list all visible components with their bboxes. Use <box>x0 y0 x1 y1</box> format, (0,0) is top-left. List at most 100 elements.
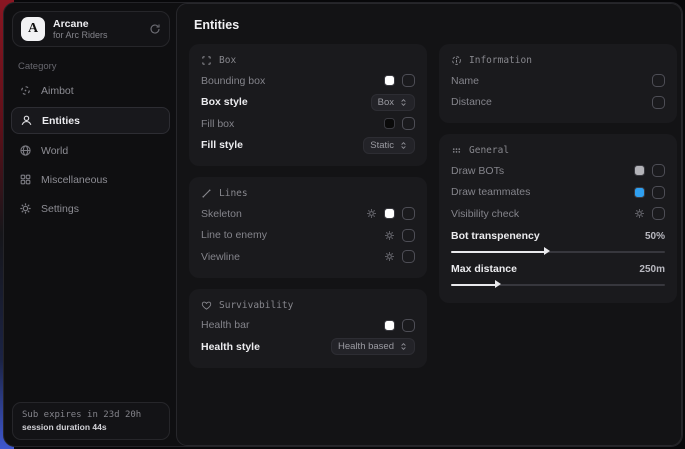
line-to-enemy-settings-gear-icon[interactable] <box>384 230 395 241</box>
row-max-distance: Max distance 250m <box>451 260 665 279</box>
dropdown-value: Box <box>378 97 394 108</box>
sidebar-nav: Aimbot Entities World Miscellaneous Sett… <box>4 76 176 223</box>
bounding-box-color-swatch[interactable] <box>384 75 395 86</box>
session-duration: session duration 44s <box>22 422 160 432</box>
category-label: Category <box>18 61 176 72</box>
fill-box-color-swatch[interactable] <box>384 118 395 129</box>
row-draw-teammates: Draw teammates <box>451 182 665 204</box>
health-style-dropdown[interactable]: Health based <box>331 338 415 355</box>
setting-label: Draw BOTs <box>451 165 504 177</box>
box-style-dropdown[interactable]: Box <box>371 94 415 111</box>
max-distance-slider[interactable] <box>451 284 665 286</box>
slider-value: 50% <box>645 231 665 242</box>
row-visibility-check: Visibility check <box>451 203 665 225</box>
distance-checkbox[interactable] <box>652 96 665 109</box>
setting-label: Box style <box>201 96 248 108</box>
right-column: Information Name Distance General <box>439 44 677 303</box>
subscription-expiry: Sub expires in 23d 20h <box>22 410 160 420</box>
sidebar-item-label: Miscellaneous <box>41 174 108 186</box>
sidebar-item-settings[interactable]: Settings <box>4 195 176 222</box>
row-health-bar: Health bar <box>201 315 415 337</box>
setting-label: Fill box <box>201 118 234 130</box>
panel-lines: Lines Skeleton Line to enemy <box>189 177 427 278</box>
setting-label: Bounding box <box>201 75 265 87</box>
sidebar-item-world[interactable]: World <box>4 137 176 164</box>
sidebar-item-label: World <box>41 145 68 157</box>
draw-bots-color-swatch[interactable] <box>634 165 645 176</box>
row-distance: Distance <box>451 92 665 114</box>
slider-handle[interactable] <box>544 247 550 255</box>
chevron-up-down-icon <box>399 98 408 107</box>
fill-box-checkbox[interactable] <box>402 117 415 130</box>
skeleton-checkbox[interactable] <box>402 207 415 220</box>
setting-label: Distance <box>451 96 492 108</box>
row-box-style: Box style Box <box>201 92 415 114</box>
page-title: Entities <box>194 18 239 32</box>
app-logo: A <box>21 17 45 41</box>
setting-label: Viewline <box>201 251 240 263</box>
line-to-enemy-checkbox[interactable] <box>402 229 415 242</box>
brand-card: A Arcane for Arc Riders <box>12 11 170 47</box>
dropdown-value: Health based <box>338 341 394 352</box>
sidebar-item-label: Settings <box>41 203 79 215</box>
draw-teammates-checkbox[interactable] <box>652 186 665 199</box>
left-column: Box Bounding box Box style Box <box>189 44 427 368</box>
setting-label: Health bar <box>201 319 249 331</box>
draw-teammates-color-swatch[interactable] <box>634 187 645 198</box>
skeleton-color-swatch[interactable] <box>384 208 395 219</box>
row-line-to-enemy: Line to enemy <box>201 225 415 247</box>
box-icon <box>201 55 212 66</box>
panel-survivability: Survivability Health bar Health style He… <box>189 289 427 368</box>
viewline-settings-gear-icon[interactable] <box>384 251 395 262</box>
panel-survivability-title: Survivability <box>201 298 415 315</box>
sidebar-item-label: Entities <box>42 115 80 127</box>
setting-label: Health style <box>201 341 260 353</box>
panel-information-title: Information <box>451 53 665 70</box>
refresh-icon[interactable] <box>149 23 161 35</box>
globe-icon <box>19 144 32 157</box>
name-checkbox[interactable] <box>652 74 665 87</box>
panel-box-title: Box <box>201 53 415 70</box>
sidebar-item-entities[interactable]: Entities <box>11 107 170 134</box>
panel-lines-title: Lines <box>201 186 415 203</box>
slider-handle[interactable] <box>495 280 501 288</box>
row-health-style: Health style Health based <box>201 336 415 358</box>
app-subtitle: for Arc Riders <box>53 30 141 40</box>
sidebar-item-miscellaneous[interactable]: Miscellaneous <box>4 166 176 193</box>
chevron-up-down-icon <box>399 342 408 351</box>
setting-label: Line to enemy <box>201 229 267 241</box>
crosshair-icon <box>19 84 32 97</box>
row-fill-box: Fill box <box>201 113 415 135</box>
row-draw-bots: Draw BOTs <box>451 160 665 182</box>
setting-label: Fill style <box>201 139 243 151</box>
slider-label: Max distance <box>451 263 517 275</box>
setting-label: Skeleton <box>201 208 242 220</box>
skeleton-settings-gear-icon[interactable] <box>366 208 377 219</box>
app-name: Arcane <box>53 18 141 30</box>
panel-general: General Draw BOTs Draw teammates <box>439 134 677 303</box>
panel-box: Box Bounding box Box style Box <box>189 44 427 166</box>
draw-bots-checkbox[interactable] <box>652 164 665 177</box>
row-bot-transparency: Bot transpenency 50% <box>451 227 665 246</box>
visibility-check-settings-gear-icon[interactable] <box>634 208 645 219</box>
fill-style-dropdown[interactable]: Static <box>363 137 415 154</box>
health-bar-color-swatch[interactable] <box>384 320 395 331</box>
grid-icon <box>19 173 32 186</box>
heart-icon <box>201 300 212 311</box>
setting-label: Visibility check <box>451 208 519 220</box>
sidebar: A Arcane for Arc Riders Category Aimbot … <box>4 3 176 446</box>
main-content: Entities Box Bounding box Box style <box>176 3 682 446</box>
health-bar-checkbox[interactable] <box>402 319 415 332</box>
dots-grid-icon <box>451 145 462 156</box>
sidebar-item-aimbot[interactable]: Aimbot <box>4 77 176 104</box>
setting-label: Draw teammates <box>451 186 530 198</box>
setting-label: Name <box>451 75 479 87</box>
bot-transparency-slider[interactable] <box>451 251 665 253</box>
viewline-checkbox[interactable] <box>402 250 415 263</box>
chevron-up-down-icon <box>399 141 408 150</box>
panel-general-title: General <box>451 143 665 160</box>
info-icon <box>451 55 462 66</box>
bounding-box-checkbox[interactable] <box>402 74 415 87</box>
visibility-check-checkbox[interactable] <box>652 207 665 220</box>
row-bounding-box: Bounding box <box>201 70 415 92</box>
